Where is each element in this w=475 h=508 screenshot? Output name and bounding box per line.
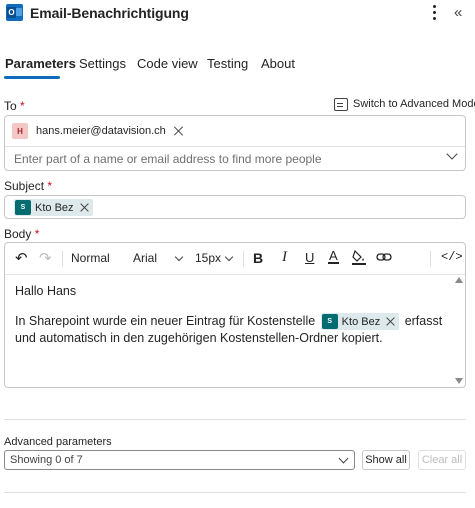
editor-content[interactable]: Hallo Hans In Sharepoint wurde ein neuer… xyxy=(15,283,455,346)
body-label-text: Body xyxy=(4,227,32,241)
message-text-before: In Sharepoint wurde ein neuer Eintrag fü… xyxy=(15,314,316,328)
outlook-letter: O xyxy=(7,7,16,18)
show-all-button[interactable]: Show all xyxy=(362,450,410,470)
font-size-dropdown[interactable]: 15px xyxy=(195,251,221,265)
font-family-dropdown[interactable]: Arial xyxy=(133,251,157,265)
underline-button[interactable]: U xyxy=(305,250,314,265)
tab-bar: Parameters Settings Code view Testing Ab… xyxy=(0,48,475,82)
subject-field[interactable]: S Kto Bez xyxy=(4,195,466,219)
font-color-button[interactable]: A xyxy=(328,249,339,264)
body-editor[interactable]: ↶ ↷ Normal Arial 15px B I U A </> Hallo … xyxy=(4,242,466,388)
remove-token-icon[interactable] xyxy=(386,317,395,326)
tab-testing[interactable]: Testing xyxy=(207,56,248,71)
font-family-chevron-icon xyxy=(174,252,184,262)
remove-token-icon[interactable] xyxy=(80,203,89,212)
body-required-mark: * xyxy=(34,227,40,241)
more-options-icon[interactable] xyxy=(430,3,440,21)
font-size-chevron-icon xyxy=(224,252,234,262)
recipient-chip[interactable]: H hans.meier@datavision.ch xyxy=(12,121,184,141)
chevron-down-icon[interactable] xyxy=(446,148,458,160)
tab-parameters[interactable]: Parameters xyxy=(5,56,76,71)
to-divider xyxy=(5,146,465,147)
advanced-parameters-label: Advanced parameters xyxy=(4,436,112,448)
header: O Email-Benachrichtigung « xyxy=(0,0,475,26)
action-title: Email-Benachrichtigung xyxy=(30,5,189,21)
toolbar-divider xyxy=(243,251,244,267)
tab-code-view[interactable]: Code view xyxy=(137,56,198,71)
paragraph-style-dropdown[interactable]: Normal xyxy=(71,251,110,265)
to-required-mark: * xyxy=(20,99,25,113)
link-icon[interactable] xyxy=(376,250,392,267)
body-label: Body * xyxy=(4,227,39,241)
advanced-mode-icon xyxy=(334,98,348,111)
subject-required-mark: * xyxy=(47,179,53,193)
collapse-panel-icon[interactable]: « xyxy=(454,4,462,21)
avatar: H xyxy=(12,123,28,139)
toolbar-divider xyxy=(62,251,63,267)
to-field[interactable]: H hans.meier@datavision.ch Enter part of… xyxy=(4,115,466,171)
divider xyxy=(4,492,466,493)
tab-about[interactable]: About xyxy=(261,56,295,71)
subject-label-text: Subject xyxy=(4,179,45,193)
tab-settings[interactable]: Settings xyxy=(79,56,126,71)
body-token-label: Kto Bez xyxy=(341,315,381,328)
switch-advanced-label: Switch to Advanced Mode xyxy=(353,98,475,110)
subject-token-label: Kto Bez xyxy=(35,201,74,214)
sharepoint-icon: S xyxy=(321,314,338,330)
advanced-parameters-value: Showing 0 of 7 xyxy=(10,454,83,466)
greeting-paragraph: Hallo Hans xyxy=(15,284,77,298)
clear-all-button[interactable]: Clear all xyxy=(418,450,466,470)
subject-label: Subject * xyxy=(4,179,52,193)
bold-button[interactable]: B xyxy=(253,250,263,266)
message-paragraph: In Sharepoint wurde ein neuer Eintrag fü… xyxy=(15,313,455,346)
redo-icon[interactable]: ↷ xyxy=(39,251,52,266)
to-label-text: To xyxy=(4,99,17,113)
sharepoint-icon: S xyxy=(15,200,31,215)
active-tab-indicator xyxy=(4,76,60,79)
to-label: To * xyxy=(4,99,25,113)
subject-token[interactable]: S Kto Bez xyxy=(14,199,93,216)
recipient-email: hans.meier@datavision.ch xyxy=(36,125,166,137)
remove-recipient-icon[interactable] xyxy=(174,126,184,136)
scroll-up-arrow[interactable] xyxy=(455,277,463,283)
body-token[interactable]: S Kto Bez xyxy=(320,313,400,331)
chevron-down-icon xyxy=(338,453,349,464)
highlight-fill-icon[interactable] xyxy=(352,249,366,265)
scroll-down-arrow[interactable] xyxy=(455,378,463,384)
editor-toolbar: ↶ ↷ Normal Arial 15px B I U A </> xyxy=(5,243,465,275)
toolbar-divider xyxy=(430,251,431,267)
italic-button[interactable]: I xyxy=(282,249,287,266)
to-search-input[interactable]: Enter part of a name or email address to… xyxy=(14,152,322,166)
code-view-button[interactable]: </> xyxy=(441,250,463,264)
undo-icon[interactable]: ↶ xyxy=(15,251,28,266)
outlook-icon: O xyxy=(6,4,23,21)
divider xyxy=(4,419,466,420)
advanced-parameters-dropdown[interactable]: Showing 0 of 7 xyxy=(4,450,355,470)
